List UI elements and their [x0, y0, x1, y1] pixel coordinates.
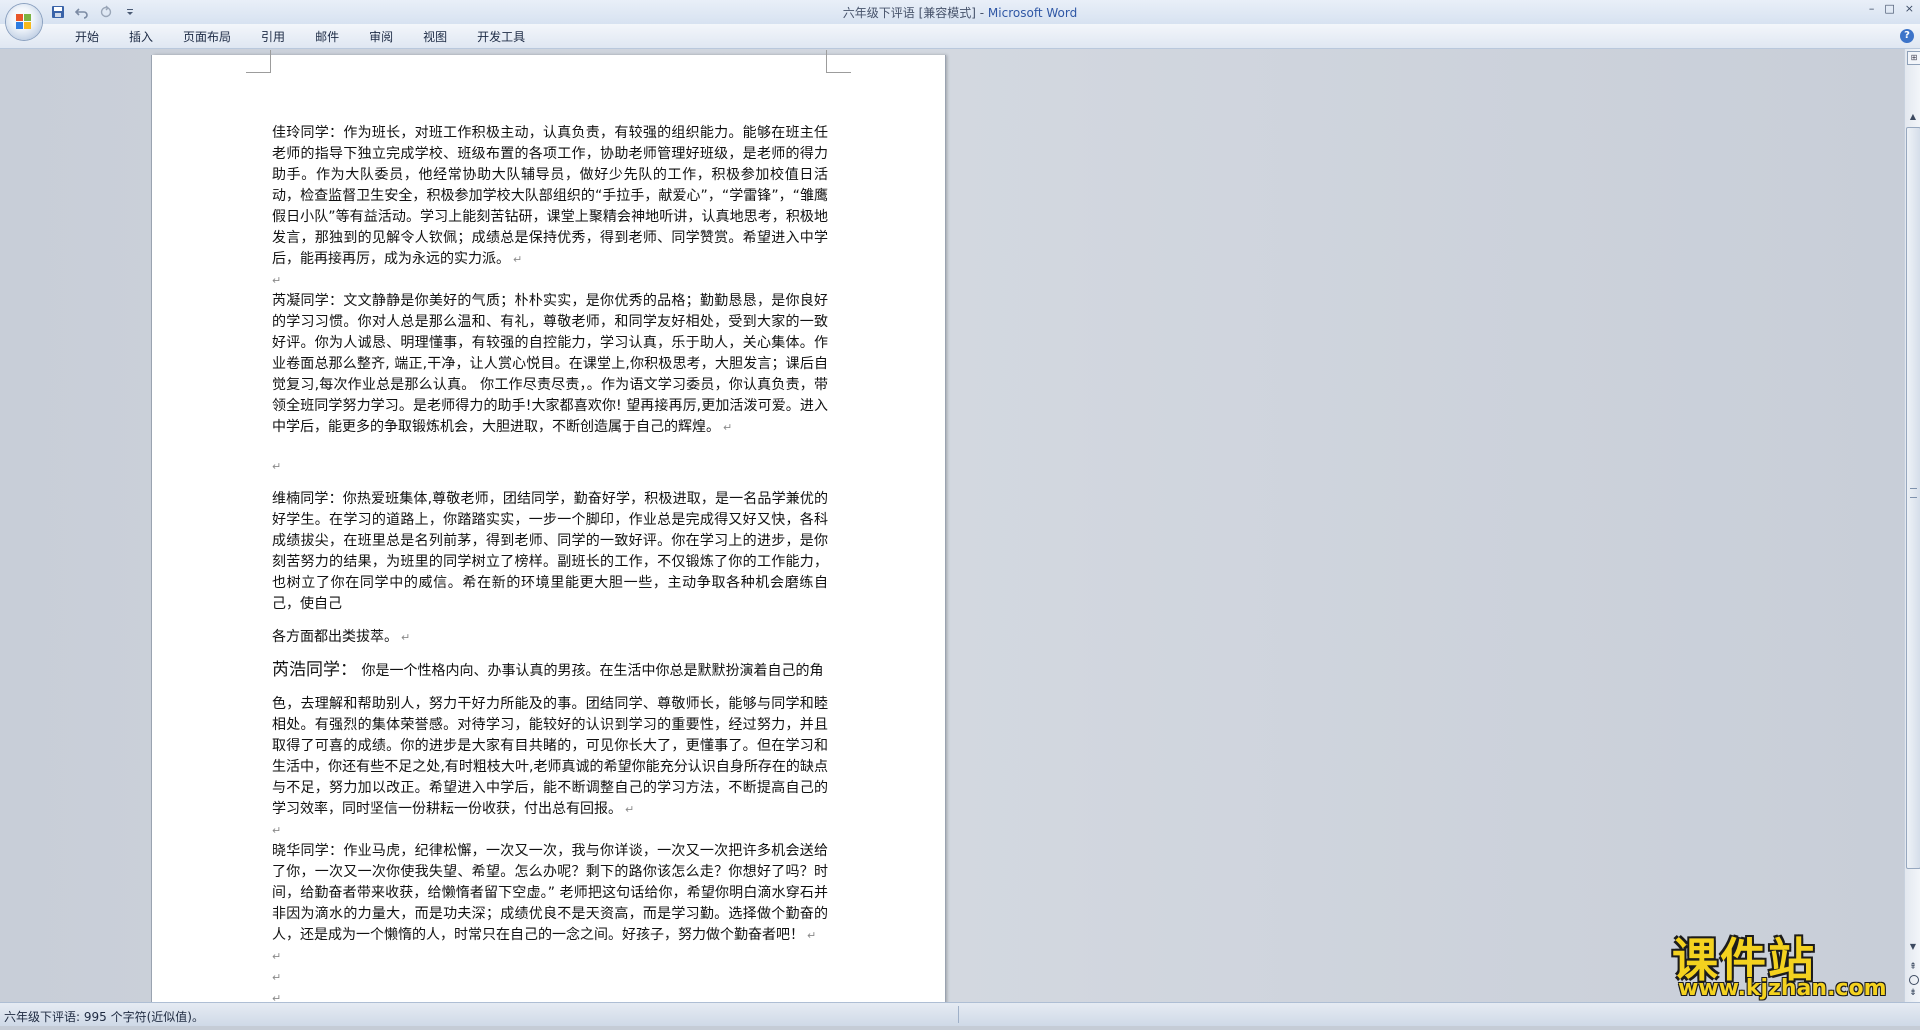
window-title: 六年级下评语 [兼容模式] - Microsoft Word: [0, 4, 1920, 21]
paragraph: 维楠同学：你热爱班集体,尊敬老师，团结同学，勤奋好学，积极进取，是一名品学兼优的…: [272, 491, 828, 612]
tab-references[interactable]: 引用: [246, 29, 300, 45]
student-name: 芮浩同学：: [272, 660, 357, 680]
empty-paragraph: ↵: [272, 274, 282, 287]
view-ruler-icon[interactable]: ⊞: [1907, 51, 1920, 65]
window-controls: – □ ×: [1869, 2, 1914, 15]
office-logo-icon: [16, 14, 32, 30]
empty-paragraph: ↵: [272, 971, 282, 984]
paragraph: 各方面都出类拔萃。 ↵: [272, 629, 411, 645]
tab-developer[interactable]: 开发工具: [462, 29, 540, 45]
tab-view[interactable]: 视图: [408, 29, 462, 45]
watermark-logo: 课件站 www.kjzhan.com: [1672, 924, 1902, 1004]
ribbon-tabs: 开始 插入 页面布局 引用 邮件 审阅 视图 开发工具: [60, 29, 540, 45]
select-browse-object-icon[interactable]: [1909, 975, 1919, 985]
tab-insert[interactable]: 插入: [114, 29, 168, 45]
office-button[interactable]: [6, 4, 42, 40]
crop-mark-top-left: [246, 50, 271, 73]
paragraph: 芮浩同学： 你是一个性格内向、办事认真的男孩。在生活中你总是默默扮演着自己的角: [272, 660, 824, 680]
scroll-up-icon[interactable]: ▲: [1907, 111, 1919, 123]
crop-mark-top-right: [826, 50, 851, 73]
vertical-scrollbar[interactable]: ⊞ ▲ ▼ ⇞ ⇟: [1904, 49, 1920, 1002]
scrollbar-thumb[interactable]: [1906, 127, 1920, 869]
empty-paragraph: ↵: [272, 824, 282, 837]
next-page-icon[interactable]: ⇟: [1907, 987, 1919, 999]
minimize-button[interactable]: –: [1869, 2, 1875, 15]
scroll-down-icon[interactable]: ▼: [1907, 941, 1919, 953]
paragraph: 色，去理解和帮助别人，努力干好力所能及的事。团结同学、尊敬师长，能够与同学和睦相…: [272, 696, 828, 817]
grip-icon: [1910, 488, 1917, 498]
maximize-button[interactable]: □: [1884, 2, 1894, 15]
help-icon[interactable]: ?: [1900, 29, 1914, 43]
tab-mailings[interactable]: 邮件: [300, 29, 354, 45]
empty-paragraph: ↵: [272, 950, 282, 963]
title-bar: 六年级下评语 [兼容模式] - Microsoft Word – □ ×: [0, 0, 1920, 25]
paragraph-mark: ↵: [807, 929, 817, 942]
tab-page-layout[interactable]: 页面布局: [168, 29, 246, 45]
app-name: Microsoft Word: [987, 6, 1078, 20]
paragraph: 佳玲同学：作为班长，对班工作积极主动，认真负责，有较强的组织能力。能够在班主任老…: [272, 125, 828, 267]
ribbon: 开始 插入 页面布局 引用 邮件 审阅 视图 开发工具 ?: [0, 24, 1920, 49]
previous-page-icon[interactable]: ⇞: [1907, 961, 1919, 973]
empty-paragraph: ↵: [272, 460, 282, 473]
paragraph: 芮凝同学：文文静静是你美好的气质；朴朴实实，是你优秀的品格；勤勤恳恳，是你良好的…: [272, 293, 828, 435]
paragraph-mark: ↵: [513, 253, 523, 266]
status-word-count[interactable]: 六年级下评语: 995 个字符(近似值)。: [4, 1008, 204, 1025]
status-divider: [958, 1006, 959, 1023]
paragraph-mark: ↵: [625, 803, 635, 816]
tab-review[interactable]: 审阅: [354, 29, 408, 45]
close-button[interactable]: ×: [1905, 2, 1914, 15]
watermark-url: www.kjzhan.com: [1678, 976, 1887, 1001]
paragraph-mark: ↵: [723, 421, 733, 434]
document-title: 六年级下评语 [兼容模式] -: [842, 6, 988, 20]
tab-home[interactable]: 开始: [60, 29, 114, 45]
paragraph-mark: ↵: [401, 631, 411, 644]
status-bar: 六年级下评语: 995 个字符(近似值)。: [0, 1002, 1920, 1026]
paragraph: 晓华同学：作业马虎，纪律松懈，一次又一次，我与你详谈，一次又一次把许多机会送给了…: [272, 843, 828, 943]
document-body[interactable]: 佳玲同学：作为班长，对班工作积极主动，认真负责，有较强的组织能力。能够在班主任老…: [272, 123, 828, 1030]
